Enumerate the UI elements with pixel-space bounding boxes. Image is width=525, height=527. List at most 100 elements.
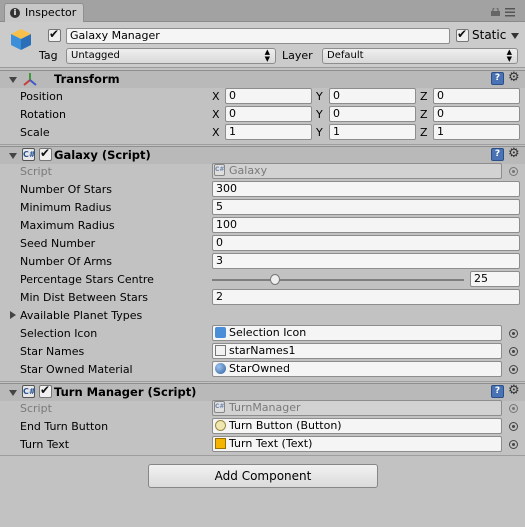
axis-x-label: X (212, 126, 220, 139)
transform-axes-icon (23, 73, 37, 86)
info-icon: i (10, 8, 20, 18)
min-dist-input[interactable]: 2 (212, 289, 520, 305)
context-menu-icon[interactable] (505, 7, 515, 17)
galaxy-enabled-checkbox[interactable] (39, 146, 52, 161)
object-picker-icon[interactable] (509, 365, 518, 374)
tag-label: Tag (39, 49, 58, 62)
transform-y-input[interactable]: 0 (329, 106, 416, 122)
object-picker-icon (509, 404, 518, 413)
object-field[interactable]: Turn Text (Text) (212, 436, 502, 452)
inspector-tab[interactable]: i Inspector (4, 3, 84, 22)
object-field[interactable]: Selection Icon (212, 325, 502, 341)
add-component-button[interactable]: Add Component (148, 464, 378, 488)
transform-row-label: Scale (20, 126, 50, 139)
axis-z-label: Z (420, 126, 428, 139)
galaxy-field-label: Seed Number (20, 237, 96, 250)
object-field[interactable]: Turn Button (Button) (212, 418, 502, 434)
object-field[interactable]: starNames1 (212, 343, 502, 359)
galaxy-field-input[interactable]: 0 (212, 235, 520, 251)
tag-value: Untagged (71, 50, 120, 61)
galaxy-field-input[interactable]: 5 (212, 199, 520, 215)
object-field-value: Selection Icon (229, 326, 307, 339)
object-field-value: Turn Text (Text) (229, 437, 313, 450)
galaxy-foldout-icon[interactable] (9, 153, 17, 159)
active-checkbox[interactable] (48, 27, 61, 42)
object-field-value: starNames1 (229, 344, 296, 357)
dropdown-arrows-icon: ▲ ▼ (264, 48, 270, 63)
gear-icon[interactable]: ⚙ (508, 147, 520, 160)
csharp-script-icon: C# (22, 385, 36, 398)
object-picker-icon[interactable] (509, 422, 518, 431)
galaxy-field-input[interactable]: 300 (212, 181, 520, 197)
planet-types-label[interactable]: Available Planet Types (20, 309, 142, 322)
help-icon[interactable]: ? (491, 72, 504, 85)
turn-manager-enabled-checkbox[interactable] (39, 383, 52, 398)
gear-icon[interactable]: ⚙ (508, 71, 520, 84)
transform-title: Transform (54, 72, 120, 86)
slider-label: Percentage Stars Centre (20, 273, 154, 286)
divider (0, 144, 525, 145)
galaxy-field-label: Number Of Arms (20, 255, 113, 268)
gear-icon[interactable]: ⚙ (508, 384, 520, 397)
object-field-value: Turn Button (Button) (229, 419, 342, 432)
axis-z-label: Z (420, 108, 428, 121)
static-checkbox[interactable] (456, 27, 469, 42)
transform-z-input[interactable]: 0 (433, 88, 520, 104)
axis-y-label: Y (316, 108, 323, 121)
layer-label: Layer (282, 49, 313, 62)
help-icon[interactable]: ? (491, 148, 504, 161)
transform-x-input[interactable]: 0 (225, 106, 312, 122)
planet-types-foldout-icon[interactable] (10, 311, 16, 319)
ref-label: Star Owned Material (20, 363, 133, 376)
slider-track[interactable] (212, 279, 464, 281)
script-asset-icon: C# (214, 401, 225, 413)
galaxy-script-value: Galaxy (229, 164, 268, 177)
text-asset-icon (215, 345, 226, 356)
transform-z-input[interactable]: 1 (433, 124, 520, 140)
axis-x-label: X (212, 90, 220, 103)
slider-thumb[interactable] (270, 274, 280, 285)
transform-y-input[interactable]: 0 (329, 88, 416, 104)
axis-y-label: Y (316, 90, 323, 103)
ref-label: End Turn Button (20, 420, 109, 433)
static-dropdown-arrow-icon[interactable] (511, 33, 519, 39)
csharp-script-icon: C# (22, 148, 36, 161)
galaxy-script-label: Script (20, 165, 52, 178)
divider (0, 381, 525, 382)
prefab-icon (215, 327, 226, 338)
slider-value-input[interactable]: 25 (470, 271, 520, 287)
gameobject-name-input[interactable]: Galaxy Manager (66, 28, 450, 44)
gameobject-cube-icon (11, 29, 31, 50)
layer-dropdown[interactable]: Default ▲ ▼ (322, 48, 518, 64)
script-asset-icon: C# (214, 164, 225, 176)
divider (0, 455, 525, 456)
text-icon (215, 438, 226, 449)
turn-script-field: TurnManager (212, 400, 502, 416)
object-picker-icon[interactable] (509, 347, 518, 356)
transform-y-input[interactable]: 1 (329, 124, 416, 140)
transform-x-input[interactable]: 0 (225, 88, 312, 104)
layer-value: Default (327, 50, 364, 61)
object-field[interactable]: StarOwned (212, 361, 502, 377)
transform-foldout-icon[interactable] (9, 77, 17, 83)
ref-label: Turn Text (20, 438, 70, 451)
galaxy-field-input[interactable]: 100 (212, 217, 520, 233)
transform-x-input[interactable]: 1 (225, 124, 312, 140)
lock-icon[interactable] (491, 8, 500, 16)
object-field-value: StarOwned (229, 362, 290, 375)
galaxy-field-input[interactable]: 3 (212, 253, 520, 269)
ref-label: Selection Icon (20, 327, 98, 340)
button-icon (215, 420, 226, 431)
help-icon[interactable]: ? (491, 385, 504, 398)
turn-manager-foldout-icon[interactable] (9, 390, 17, 396)
object-picker-icon[interactable] (509, 440, 518, 449)
transform-row-label: Rotation (20, 108, 67, 121)
galaxy-field-label: Maximum Radius (20, 219, 115, 232)
tag-dropdown[interactable]: Untagged ▲ ▼ (66, 48, 276, 64)
object-picker-icon[interactable] (509, 329, 518, 338)
transform-z-input[interactable]: 0 (433, 106, 520, 122)
tab-label: Inspector (25, 6, 77, 19)
turn-manager-title: Turn Manager (Script) (54, 385, 197, 399)
dropdown-arrows-icon: ▲ ▼ (506, 48, 512, 63)
galaxy-script-field: Galaxy (212, 163, 502, 179)
